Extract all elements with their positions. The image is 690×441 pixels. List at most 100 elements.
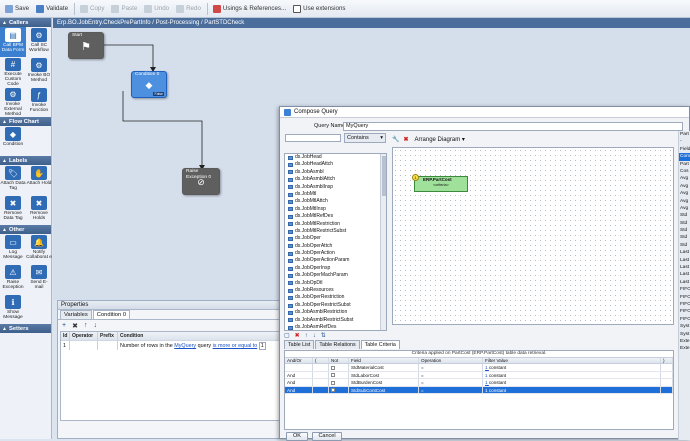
start-node[interactable]: Start ⚑ xyxy=(68,32,104,59)
setters-header[interactable]: ▲ Setters xyxy=(0,324,51,333)
field-list-item[interactable]: Std xyxy=(679,234,690,241)
criteria-row[interactable]: And StdLaborCost = 1 constant xyxy=(285,371,673,379)
field-list-item[interactable]: FIFO xyxy=(679,301,690,308)
close-paren-cell[interactable] xyxy=(661,386,673,393)
table-list-item[interactable]: ds.JobAsmblRestriction xyxy=(285,309,386,316)
table-list-item[interactable]: ds.JobMtl xyxy=(285,191,386,198)
close-paren-cell[interactable] xyxy=(661,371,673,378)
open-paren-cell[interactable] xyxy=(313,379,329,386)
execute-custom-code-tool[interactable]: # Execute Custom Code xyxy=(0,57,26,87)
table-list-item[interactable]: ds.JobOperInsp xyxy=(285,265,386,272)
validate-button[interactable]: Validate xyxy=(33,2,71,16)
operation-cell[interactable]: = xyxy=(419,371,483,378)
table-list-item[interactable]: ds.JobMtlAttch xyxy=(285,198,386,205)
show-message-tool[interactable]: ℹ Show Message xyxy=(0,294,26,324)
close-paren-cell[interactable] xyxy=(661,379,673,386)
operation-cell[interactable]: = xyxy=(419,386,483,393)
field-list-item[interactable]: Syst xyxy=(679,331,690,338)
field-list-item[interactable]: - xyxy=(679,138,690,145)
field-list-item[interactable]: Exte xyxy=(679,345,690,352)
table-list-item[interactable]: ds.JobOpDtl xyxy=(285,280,386,287)
table-list-item[interactable]: ds.JobMtlRestriction xyxy=(285,221,386,228)
table-list-item[interactable]: ds.JobHead xyxy=(285,154,386,161)
criteria-row[interactable]: And StdBurdenCost = 1 constant xyxy=(285,379,673,387)
usings-references-button[interactable]: Usings & References... xyxy=(210,2,289,16)
table-list-item[interactable]: ds.JobAsmRefDes xyxy=(285,324,386,330)
table-list-item[interactable]: ds.JobMtlInsp xyxy=(285,206,386,213)
field-list-item[interactable]: FIFO xyxy=(679,308,690,315)
table-search-input[interactable] xyxy=(285,134,341,142)
field-list-item[interactable]: Last xyxy=(679,257,690,264)
undo-button[interactable]: Undo xyxy=(141,2,172,16)
call-bpm-data-form-tool[interactable]: ▤ Call BPM Data Form xyxy=(0,27,26,57)
not-cell[interactable] xyxy=(329,379,349,386)
table-list-item[interactable]: ds.JobAsmblInsp xyxy=(285,184,386,191)
criteria-row[interactable]: And StdSubContCost = 1 constant xyxy=(285,386,673,394)
field-list-item[interactable]: Syst xyxy=(679,323,690,330)
contains-dropdown[interactable]: Contains ▾ xyxy=(344,133,386,143)
table-list-item[interactable]: ds.JobOperRestriction xyxy=(285,294,386,301)
flow-chart-header[interactable]: ▲ Flow Chart xyxy=(0,117,51,126)
table-list-item[interactable]: ds.JobAsmblRestrictSubst xyxy=(285,317,386,324)
field-list-item[interactable]: Exte xyxy=(679,338,690,345)
field-cell[interactable]: StdLaborCost xyxy=(349,371,419,378)
tab-table-list[interactable]: Table List xyxy=(284,340,315,349)
copy-button[interactable]: Copy xyxy=(77,2,107,16)
notify-collaborate-tool[interactable]: 🔔 Notify Collaborat e xyxy=(26,234,52,264)
query-link[interactable]: MyQuery xyxy=(174,343,196,349)
other-header[interactable]: ▲ Other xyxy=(0,225,51,234)
log-message-tool[interactable]: ▭ Log Message xyxy=(0,234,26,264)
save-button[interactable]: Save xyxy=(2,2,32,16)
andor-cell[interactable] xyxy=(285,364,313,371)
table-list-item[interactable]: ds.JobOperActionParam xyxy=(285,257,386,264)
raise-exception-node[interactable]: Raise Exception 0 ⊘ xyxy=(182,168,220,195)
field-list-item[interactable]: Last xyxy=(679,279,690,286)
table-list[interactable]: ds.JobHead ds.JobHeadAttch ds.JobAsmbl ds.J… xyxy=(284,153,387,331)
wrench-icon[interactable]: 🔧 xyxy=(392,136,399,143)
field-list-item[interactable]: Last xyxy=(679,249,690,256)
table-list-item[interactable]: ds.JobOperAttch xyxy=(285,243,386,250)
table-list-item[interactable]: ds.JobMtlRefDes xyxy=(285,213,386,220)
field-list-item[interactable]: Avg xyxy=(679,190,690,197)
open-paren-cell[interactable] xyxy=(313,364,329,371)
table-list-item[interactable]: ds.JobHeadAttch xyxy=(285,161,386,168)
filter-value-cell[interactable]: 1 constant xyxy=(483,379,661,386)
field-list-item[interactable]: Field xyxy=(679,146,690,153)
open-paren-cell[interactable] xyxy=(313,371,329,378)
partcost-entity[interactable]: 1 ERP.PartCost <criteria> xyxy=(412,174,468,192)
delete-icon[interactable]: ✖ xyxy=(403,136,408,143)
paste-button[interactable]: Paste xyxy=(108,2,140,16)
call-sc-workflow-tool[interactable]: ⚙ Call SC Workflow xyxy=(26,27,52,57)
invoke-external-method-tool[interactable]: ⚙ Invoke External Method xyxy=(0,87,26,117)
not-cell[interactable] xyxy=(329,386,349,393)
field-list-item[interactable]: Std xyxy=(679,212,690,219)
move-down-icon[interactable]: ↓ xyxy=(93,322,97,329)
table-row[interactable]: 1 Number of rows in the MyQuery query is… xyxy=(61,340,280,350)
not-checkbox[interactable] xyxy=(331,373,335,378)
field-list-item[interactable]: FIFO xyxy=(679,286,690,293)
table-list-item[interactable]: ds.JobMtlRestrictSubst xyxy=(285,228,386,235)
andor-cell[interactable]: And xyxy=(285,386,313,393)
operation-cell[interactable]: = xyxy=(419,379,483,386)
field-list-item[interactable]: Cos xyxy=(679,168,690,175)
query-diagram[interactable]: 1 ERP.PartCost <criteria> xyxy=(392,147,674,325)
field-list-item[interactable]: Std xyxy=(679,242,690,249)
field-list-item[interactable]: Std xyxy=(679,220,690,227)
send-email-tool[interactable]: ✉ Send E-mail xyxy=(26,264,52,294)
not-cell[interactable] xyxy=(329,364,349,371)
scrollbar-thumb[interactable] xyxy=(382,156,386,196)
tab-table-relations[interactable]: Table Relations xyxy=(315,340,360,349)
field-list-item[interactable]: FIFO xyxy=(679,316,690,323)
cancel-button[interactable]: Cancel xyxy=(312,432,342,441)
tab-condition-0[interactable]: Condition 0 xyxy=(92,310,131,319)
attach-hold-tool[interactable]: ✋ Attach Hold xyxy=(26,165,52,195)
labels-header[interactable]: ▲ Labels xyxy=(0,156,51,165)
invoke-function-tool[interactable]: ƒ Invoke Function xyxy=(26,87,52,117)
table-list-item[interactable]: ds.JobResources xyxy=(285,287,386,294)
field-cell[interactable]: StdSubContCost xyxy=(349,386,419,393)
field-list-item[interactable]: Std xyxy=(679,227,690,234)
tab-variables[interactable]: Variables xyxy=(60,310,92,319)
redo-button[interactable]: Redo xyxy=(173,2,204,16)
field-list-item[interactable]: FIFO xyxy=(679,294,690,301)
not-cell[interactable] xyxy=(329,371,349,378)
